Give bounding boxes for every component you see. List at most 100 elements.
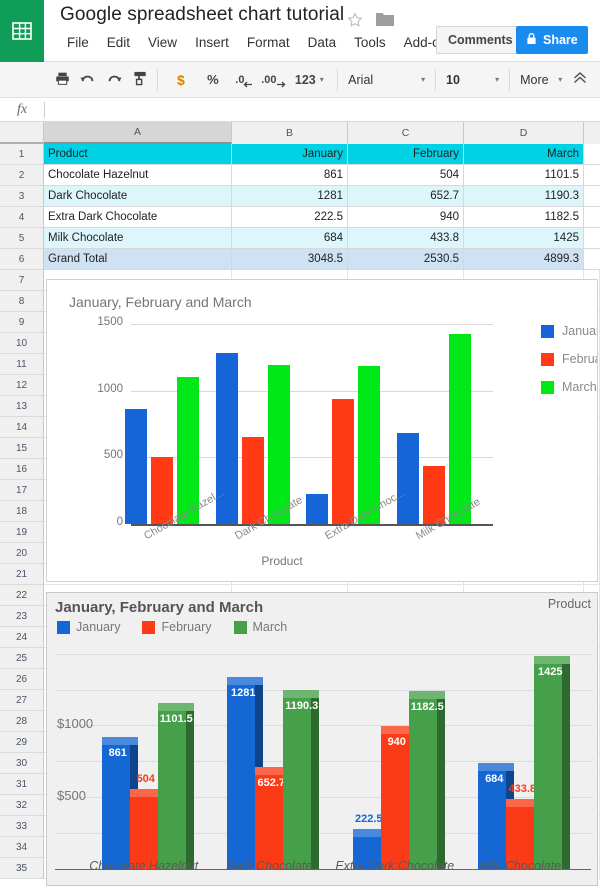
row-header-32[interactable]: 32	[0, 795, 44, 816]
row-header-18[interactable]: 18	[0, 501, 44, 522]
table-cell[interactable]: 1425	[464, 228, 584, 249]
comments-button[interactable]: Comments	[436, 26, 525, 54]
document-title[interactable]: Google spreadsheet chart tutorial	[60, 4, 344, 26]
row-header-14[interactable]: 14	[0, 417, 44, 438]
table-cell[interactable]: Grand Total	[44, 249, 232, 270]
table-cell[interactable]: 652.7	[348, 186, 464, 207]
font-size-select[interactable]: 10 ▾	[440, 67, 505, 93]
font-family-select[interactable]: Arial ▾	[342, 67, 431, 93]
menu-format[interactable]: Format	[238, 32, 299, 53]
table-cell[interactable]: 684	[232, 228, 348, 249]
table-cell[interactable]: January	[232, 144, 348, 165]
print-button[interactable]	[49, 67, 75, 93]
row-header-35[interactable]: 35	[0, 858, 44, 879]
select-all-corner[interactable]	[0, 122, 44, 144]
table-cell-empty[interactable]	[584, 186, 600, 207]
row-header-23[interactable]: 23	[0, 606, 44, 627]
table-cell[interactable]: 1182.5	[464, 207, 584, 228]
redo-button[interactable]	[101, 67, 127, 93]
table-cell-empty[interactable]	[584, 207, 600, 228]
number-format-button[interactable]: 123 ▾	[291, 67, 328, 93]
table-cell[interactable]: 1190.3	[464, 186, 584, 207]
table-cell[interactable]: March	[464, 144, 584, 165]
table-cell-empty[interactable]	[584, 144, 600, 165]
table-cell[interactable]: 4899.3	[464, 249, 584, 270]
chart-1[interactable]: January, February and March 0 500 1000 1500…	[46, 279, 598, 582]
column-header-c[interactable]: C	[348, 122, 464, 144]
row-header-10[interactable]: 10	[0, 333, 44, 354]
share-button[interactable]: Share	[516, 26, 588, 54]
table-cell[interactable]: 433.8	[348, 228, 464, 249]
row-header-24[interactable]: 24	[0, 627, 44, 648]
table-cell[interactable]: 1281	[232, 186, 348, 207]
table-cell[interactable]: February	[348, 144, 464, 165]
row-header-34[interactable]: 34	[0, 837, 44, 858]
column-header-a[interactable]: A	[44, 122, 232, 144]
column-header-d[interactable]: D	[464, 122, 584, 144]
table-cell[interactable]: Extra Dark Chocolate	[44, 207, 232, 228]
row-header-16[interactable]: 16	[0, 459, 44, 480]
row-header-33[interactable]: 33	[0, 816, 44, 837]
column-header-e[interactable]	[584, 122, 600, 144]
row-header-31[interactable]: 31	[0, 774, 44, 795]
row-header-5[interactable]: 5	[0, 228, 44, 249]
row-header-29[interactable]: 29	[0, 732, 44, 753]
undo-button[interactable]	[75, 67, 101, 93]
table-cell[interactable]: 2530.5	[348, 249, 464, 270]
table-cell[interactable]: 1101.5	[464, 165, 584, 186]
table-cell[interactable]: 3048.5	[232, 249, 348, 270]
collapse-toolbar-button[interactable]	[568, 67, 592, 93]
row-header-3[interactable]: 3	[0, 186, 44, 207]
row-header-22[interactable]: 22	[0, 585, 44, 606]
row-header-19[interactable]: 19	[0, 522, 44, 543]
table-cell[interactable]: Chocolate Hazelnut	[44, 165, 232, 186]
row-header-1[interactable]: 1	[0, 144, 44, 165]
menu-view[interactable]: View	[139, 32, 186, 53]
row-header-27[interactable]: 27	[0, 690, 44, 711]
formula-input[interactable]	[45, 98, 600, 121]
menu-data[interactable]: Data	[299, 32, 346, 53]
row-header-15[interactable]: 15	[0, 438, 44, 459]
row-header-13[interactable]: 13	[0, 396, 44, 417]
column-header-b[interactable]: B	[232, 122, 348, 144]
row-header-8[interactable]: 8	[0, 291, 44, 312]
row-header-30[interactable]: 30	[0, 753, 44, 774]
row-header-28[interactable]: 28	[0, 711, 44, 732]
menu-edit[interactable]: Edit	[98, 32, 139, 53]
menu-tools[interactable]: Tools	[345, 32, 395, 53]
sheets-logo[interactable]	[0, 0, 44, 62]
paint-format-button[interactable]	[127, 67, 153, 93]
table-cell[interactable]: 504	[348, 165, 464, 186]
menu-file[interactable]: File	[58, 32, 98, 53]
row-header-7[interactable]: 7	[0, 270, 44, 291]
table-cell-empty[interactable]	[584, 228, 600, 249]
table-cell-empty[interactable]	[584, 165, 600, 186]
row-header-25[interactable]: 25	[0, 648, 44, 669]
row-header-4[interactable]: 4	[0, 207, 44, 228]
menu-insert[interactable]: Insert	[186, 32, 238, 53]
chart-2[interactable]: January, February and March Product Janu…	[46, 592, 598, 886]
table-cell[interactable]: 861	[232, 165, 348, 186]
folder-icon[interactable]	[375, 11, 394, 27]
row-header-21[interactable]: 21	[0, 564, 44, 585]
currency-format-button[interactable]: $	[168, 67, 194, 93]
more-options-button[interactable]: More ▾	[514, 67, 568, 93]
row-header-26[interactable]: 26	[0, 669, 44, 690]
table-cell[interactable]: 940	[348, 207, 464, 228]
table-cell-empty[interactable]	[584, 249, 600, 270]
table-cell[interactable]: Milk Chocolate	[44, 228, 232, 249]
star-icon[interactable]	[346, 11, 364, 29]
row-header-20[interactable]: 20	[0, 543, 44, 564]
row-header-11[interactable]: 11	[0, 354, 44, 375]
table-cell[interactable]: 222.5	[232, 207, 348, 228]
decrease-decimal-button[interactable]: .0	[232, 67, 258, 93]
row-header-12[interactable]: 12	[0, 375, 44, 396]
row-header-6[interactable]: 6	[0, 249, 44, 270]
row-header-17[interactable]: 17	[0, 480, 44, 501]
row-header-9[interactable]: 9	[0, 312, 44, 333]
table-cell[interactable]: Product	[44, 144, 232, 165]
increase-decimal-button[interactable]: .00	[261, 67, 287, 93]
table-cell[interactable]: Dark Chocolate	[44, 186, 232, 207]
percent-format-button[interactable]: %	[200, 67, 226, 93]
row-header-2[interactable]: 2	[0, 165, 44, 186]
